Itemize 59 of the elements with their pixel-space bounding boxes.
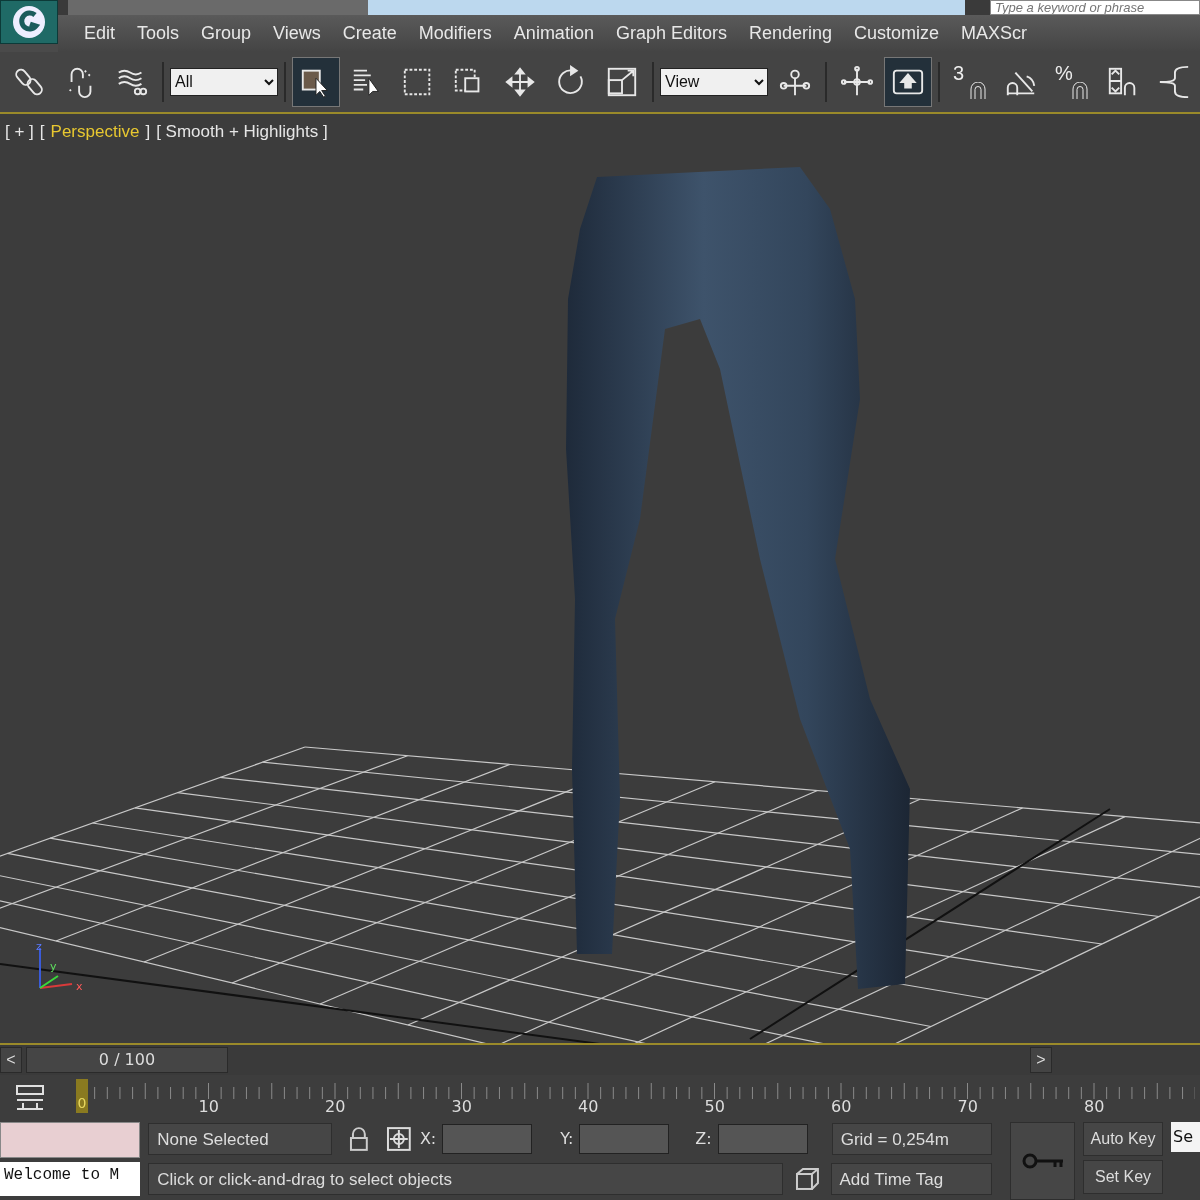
set-key-button[interactable]: Set Key (1083, 1160, 1164, 1194)
frame-number: 10 (198, 1097, 219, 1116)
dropdown[interactable]: All (170, 67, 278, 96)
shortcut-tool-button[interactable] (884, 56, 932, 107)
add-time-tag-button[interactable]: Add Time Tag (830, 1163, 993, 1195)
previous-frame-button[interactable]: < (0, 1047, 22, 1073)
viewport-label[interactable]: [ Smooth + Highlights ] (156, 121, 328, 142)
maxscript-listener-field[interactable] (0, 1122, 141, 1158)
menu-item[interactable]: Rendering (748, 22, 851, 44)
y-coordinate-label: Y: (560, 1129, 574, 1149)
frame-number: 30 (451, 1097, 472, 1116)
snap-tool-button[interactable]: 3 (946, 56, 994, 107)
auto-key-button[interactable]: Auto Key (1083, 1122, 1164, 1156)
snap-tool-button[interactable]: % (1048, 56, 1096, 107)
frame-number: 60 (831, 1097, 851, 1116)
z-coordinate-field[interactable] (717, 1124, 808, 1154)
menu-item[interactable]: Customize (854, 22, 958, 44)
menu-item[interactable]: Edit (84, 22, 134, 44)
x-coordinate-field[interactable] (442, 1124, 533, 1154)
z-axis-label: z (36, 939, 42, 953)
z-coordinate-label: Z: (695, 1129, 712, 1149)
selection-set-field[interactable]: Se (1171, 1122, 1200, 1152)
frame-number: 40 (578, 1097, 598, 1116)
app-logo-button[interactable] (0, 0, 58, 44)
viewport-label[interactable]: [ + ] (5, 121, 34, 142)
menu-item[interactable]: MAXScr (961, 22, 1046, 44)
selection-count-field: None Selected (148, 1123, 333, 1155)
select-tool-button[interactable] (292, 56, 340, 107)
menu-item[interactable]: Views (273, 22, 339, 44)
menu-item[interactable]: Modifiers (418, 22, 510, 44)
x-coordinate-label: X: (419, 1129, 437, 1149)
crosshair-box-icon[interactable] (386, 1126, 412, 1152)
viewport-label[interactable]: Perspective (50, 121, 140, 142)
menu-item[interactable]: Animation (513, 22, 612, 44)
menu-item[interactable]: Group (201, 22, 270, 44)
menu-item[interactable]: Tools (137, 22, 198, 44)
lock-icon[interactable] (348, 1126, 371, 1152)
y-axis-label: y (50, 959, 57, 973)
maxscript-output-field[interactable]: Welcome to M (0, 1162, 141, 1196)
menu-item[interactable]: Create (342, 22, 415, 44)
magnet-icon (969, 81, 987, 100)
next-frame-button[interactable]: > (1030, 1047, 1052, 1073)
time-slider-thumb[interactable]: 0 / 100 (26, 1047, 228, 1073)
key-icon (1020, 1151, 1065, 1171)
search-field[interactable]: Type a keyword or phrase (990, 0, 1200, 15)
frame-number: 50 (704, 1097, 725, 1116)
filmstrip-icon (15, 1083, 45, 1111)
viewport-label[interactable]: ] (145, 121, 151, 142)
menu-item[interactable]: Graph Editors (615, 22, 745, 44)
magnet-icon (1071, 81, 1089, 100)
frame-number: 80 (1084, 1097, 1104, 1116)
grid-size-field: Grid = 0,254m (831, 1123, 993, 1155)
dropdown[interactable]: View (660, 67, 768, 96)
frame-number: 70 (957, 1097, 978, 1116)
x-axis-label: x (76, 979, 83, 993)
braces-icon (1157, 64, 1191, 99)
viewport-label[interactable]: [ (39, 121, 45, 142)
frame-number: 20 (325, 1097, 345, 1116)
y-coordinate-field[interactable] (579, 1124, 670, 1154)
